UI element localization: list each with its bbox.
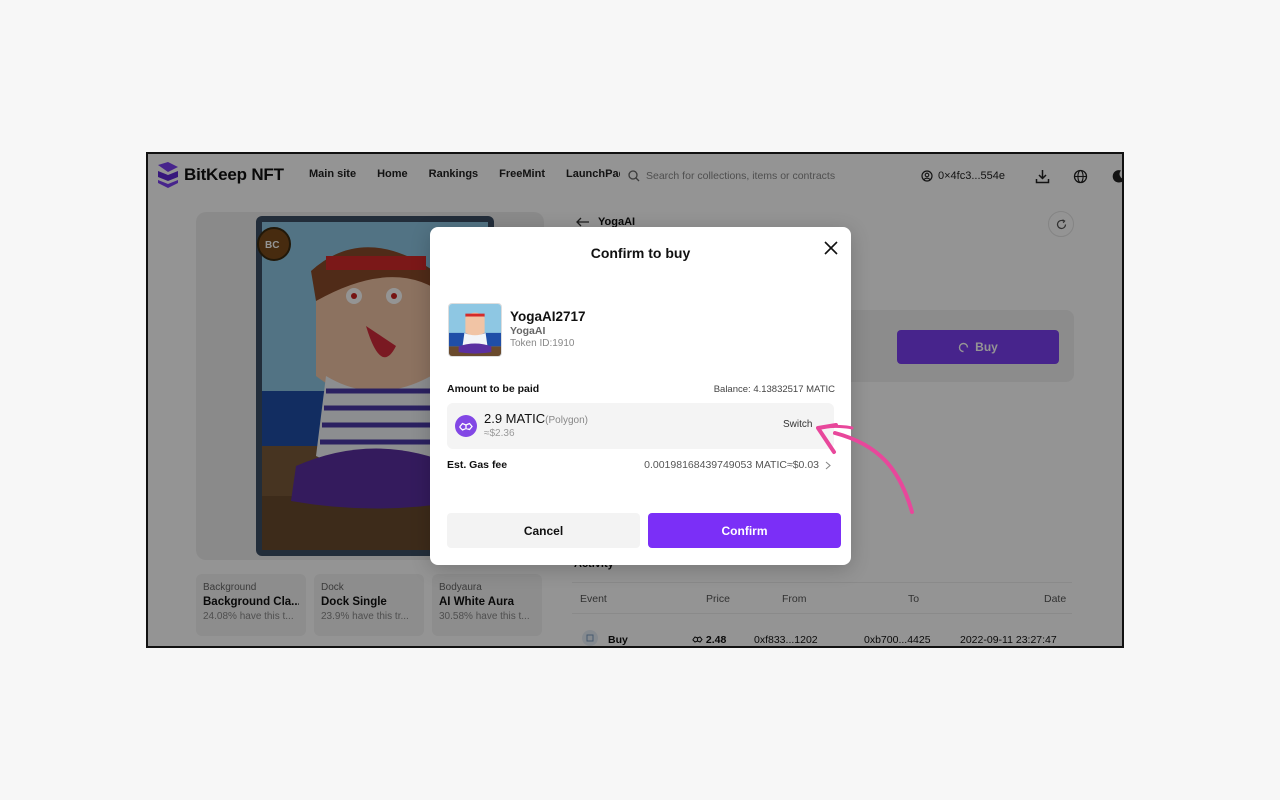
pay-amount: 2.9 MATIC(Polygon) — [484, 411, 588, 426]
close-icon[interactable] — [822, 239, 840, 257]
item-collection: YogaAI — [510, 325, 546, 337]
pay-network: (Polygon) — [545, 415, 588, 426]
cancel-button[interactable]: Cancel — [447, 513, 640, 548]
payment-token-box: 2.9 MATIC(Polygon) ≈$2.36 Switch — [447, 403, 834, 449]
gas-fee-value: 0.00198168439749053 MATIC≈$0.03 — [644, 459, 819, 471]
item-name: YogaAI2717 — [510, 309, 586, 324]
chevron-right-icon — [825, 461, 831, 469]
item-token-id: Token ID:1910 — [510, 338, 575, 349]
pay-usd: ≈$2.36 — [484, 428, 515, 439]
balance-text: Balance: 4.13832517 MATIC — [713, 384, 835, 395]
modal-title: Confirm to buy — [590, 245, 691, 261]
confirm-buy-modal: Confirm to buy YogaAI2717 YogaAI Token I… — [430, 227, 851, 565]
confirm-button[interactable]: Confirm — [648, 513, 841, 548]
amount-label: Amount to be paid — [447, 383, 540, 395]
switch-token-button[interactable]: Switch — [783, 419, 812, 430]
pay-amount-value: 2.9 MATIC — [484, 411, 546, 426]
gas-fee-row[interactable]: 0.00198168439749053 MATIC≈$0.03 — [644, 459, 831, 471]
nft-thumbnail — [448, 303, 502, 357]
polygon-coin-icon — [455, 415, 477, 437]
gas-fee-label: Est. Gas fee — [447, 459, 508, 471]
